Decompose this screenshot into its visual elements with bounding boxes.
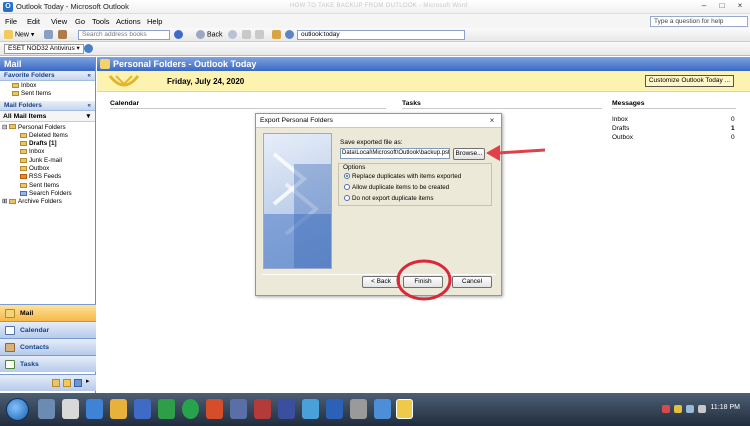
tray-icon[interactable]: [674, 405, 682, 413]
annotation-arrow-line: [497, 148, 546, 155]
taskbar-app-icon[interactable]: [326, 399, 343, 419]
taskbar-explorer-icon[interactable]: [62, 399, 79, 419]
annotation-overlay: [396, 145, 546, 301]
annotation-circle: [396, 259, 452, 301]
tray-icon[interactable]: [662, 405, 670, 413]
taskbar-chrome-icon[interactable]: [182, 399, 199, 419]
taskbar-app-icon[interactable]: [302, 399, 319, 419]
taskbar-app-icon[interactable]: [374, 399, 391, 419]
taskbar-outlook-icon[interactable]: [396, 399, 413, 419]
start-button[interactable]: [6, 398, 29, 421]
taskbar-powerpoint-icon[interactable]: [206, 399, 223, 419]
taskbar-app-icon[interactable]: [230, 399, 247, 419]
taskbar-folder-icon[interactable]: [110, 399, 127, 419]
annotation-arrow-head: [486, 145, 500, 161]
tray-volume-icon[interactable]: [698, 405, 706, 413]
taskbar-ie-icon[interactable]: [86, 399, 103, 419]
taskbar-clock[interactable]: 11:18 PM: [711, 404, 740, 411]
taskbar-app-icon[interactable]: [350, 399, 367, 419]
taskbar-library-icon[interactable]: [38, 399, 55, 419]
taskbar-app-icon[interactable]: [278, 399, 295, 419]
taskbar-word-icon[interactable]: [134, 399, 151, 419]
taskbar-pdf-icon[interactable]: [254, 399, 271, 419]
tray-network-icon[interactable]: [686, 405, 694, 413]
taskbar-excel-icon[interactable]: [158, 399, 175, 419]
windows-taskbar: 11:18 PM: [0, 393, 750, 426]
